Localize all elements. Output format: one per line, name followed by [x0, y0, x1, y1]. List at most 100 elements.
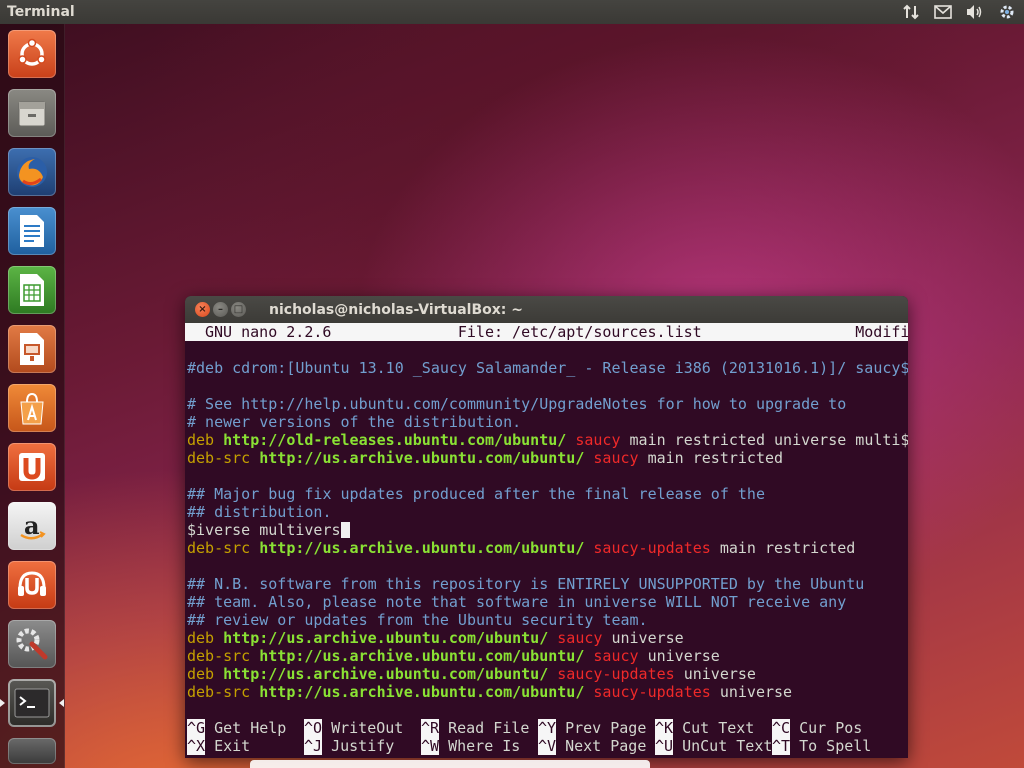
editor-line[interactable]: deb http://us.archive.ubuntu.com/ubuntu/… — [185, 629, 908, 647]
trash-icon[interactable] — [8, 738, 56, 764]
shortcut-label: Get Help — [205, 719, 287, 737]
editor-line[interactable] — [185, 377, 908, 395]
editor-line[interactable]: # newer versions of the distribution. — [185, 413, 908, 431]
line-text: http://us.archive.ubuntu.com/ubuntu/ — [259, 647, 585, 665]
app-title: Terminal — [7, 4, 75, 20]
nano-status: Modified — [855, 323, 908, 341]
editor-content[interactable]: #deb cdrom:[Ubuntu 13.10 _Saucy Salamand… — [185, 341, 908, 701]
editor-line[interactable]: ## distribution. — [185, 503, 908, 521]
focused-indicator — [59, 699, 64, 707]
line-text: http://us.archive.ubuntu.com/ubuntu/ — [259, 539, 585, 557]
line-text: deb-src — [187, 449, 260, 467]
line-text: saucy — [566, 431, 621, 449]
system-settings-icon[interactable] — [8, 620, 56, 668]
ubuntu-one-icon[interactable] — [8, 443, 56, 491]
shortcut-key: ^J — [304, 737, 323, 755]
line-text: ## team. Also, please note that software… — [187, 593, 847, 611]
line-text: deb — [187, 431, 224, 449]
shortcut-key: ^W — [421, 737, 440, 755]
writer-icon[interactable] — [8, 207, 56, 255]
editor-line[interactable]: ## N.B. software from this repository is… — [185, 575, 908, 593]
editor-line[interactable] — [185, 557, 908, 575]
impress-icon[interactable] — [8, 325, 56, 373]
editor-line[interactable]: ## team. Also, please note that software… — [185, 593, 908, 611]
nano-editor[interactable]: GNU nano 2.2.6 File: /etc/apt/sources.li… — [185, 323, 908, 758]
close-icon[interactable]: × — [195, 302, 210, 317]
terminal-icon[interactable] — [8, 679, 56, 727]
shortcut-uncut-text[interactable]: ^U UnCut Text — [655, 737, 772, 755]
ubuntu-one-music-icon[interactable] — [8, 561, 56, 609]
editor-line[interactable]: deb-src http://us.archive.ubuntu.com/ubu… — [185, 449, 908, 467]
maximize-icon[interactable]: □ — [231, 302, 246, 317]
shortcut-key: ^G — [187, 719, 206, 737]
window-title: nicholas@nicholas-VirtualBox: ~ — [269, 301, 523, 318]
line-text: http://old-releases.ubuntu.com/ubuntu/ — [223, 431, 567, 449]
files-icon[interactable] — [8, 89, 56, 137]
shortcut-key: ^T — [772, 737, 791, 755]
line-text: ## review or updates from the Ubuntu sec… — [187, 611, 648, 629]
line-text: universe — [602, 629, 684, 647]
editor-line[interactable]: deb-src http://us.archive.ubuntu.com/ubu… — [185, 647, 908, 665]
editor-line[interactable]: deb http://us.archive.ubuntu.com/ubuntu/… — [185, 665, 908, 683]
shortcut-exit[interactable]: ^X Exit — [187, 737, 304, 755]
line-text: $iverse multivers — [187, 521, 341, 539]
shortcut-key: ^C — [772, 719, 791, 737]
calc-icon[interactable] — [8, 266, 56, 314]
amazon-icon[interactable]: a — [8, 502, 56, 550]
editor-line[interactable]: #deb cdrom:[Ubuntu 13.10 _Saucy Salamand… — [185, 359, 908, 377]
running-indicator — [0, 699, 5, 707]
indicator-area — [902, 3, 1016, 21]
minimize-icon[interactable]: – — [213, 302, 228, 317]
network-icon[interactable] — [902, 3, 920, 21]
shortcut-prev-page[interactable]: ^Y Prev Page — [538, 719, 655, 737]
shortcut-cut-text[interactable]: ^K Cut Text — [655, 719, 772, 737]
editor-line[interactable] — [185, 341, 908, 359]
shortcut-cur-pos[interactable]: ^C Cur Pos — [772, 719, 889, 737]
line-text: main restricted — [638, 449, 784, 467]
shortcut-label: Cur Pos — [790, 719, 863, 737]
shortcut-where-is[interactable]: ^W Where Is — [421, 737, 538, 755]
editor-line[interactable]: ## Major bug fix updates produced after … — [185, 485, 908, 503]
line-text: deb-src — [187, 539, 260, 557]
line-text: universe — [710, 683, 793, 701]
shortcut-justify[interactable]: ^J Justify — [304, 737, 421, 755]
nano-header: GNU nano 2.2.6 File: /etc/apt/sources.li… — [185, 323, 908, 341]
shortcut-next-page[interactable]: ^V Next Page — [538, 737, 655, 755]
settings-gear-icon[interactable] — [998, 3, 1016, 21]
editor-line[interactable]: deb-src http://us.archive.ubuntu.com/ubu… — [185, 539, 908, 557]
software-center-icon[interactable] — [8, 384, 56, 432]
editor-line[interactable]: # See http://help.ubuntu.com/community/U… — [185, 395, 908, 413]
editor-line[interactable]: ## review or updates from the Ubuntu sec… — [185, 611, 908, 629]
shortcut-key: ^R — [421, 719, 440, 737]
shortcut-read-file[interactable]: ^R Read File — [421, 719, 538, 737]
line-text: saucy — [584, 449, 639, 467]
shortcut-row-1: ^G Get Help ^O WriteOut ^R Read File ^Y Pre… — [185, 719, 908, 737]
svg-text:a: a — [24, 511, 40, 540]
shortcut-to-spell[interactable]: ^T To Spell — [772, 737, 889, 755]
editor-line[interactable] — [185, 467, 908, 485]
shortcut-get-help[interactable]: ^G Get Help — [187, 719, 304, 737]
window-titlebar[interactable]: × – □ nicholas@nicholas-VirtualBox: ~ — [185, 296, 908, 323]
shortcut-label: UnCut Text — [673, 737, 773, 755]
line-text: universe — [638, 647, 720, 665]
terminal-window: × – □ nicholas@nicholas-VirtualBox: ~ GN… — [185, 296, 908, 758]
volume-icon[interactable] — [966, 3, 984, 21]
shortcut-key: ^O — [304, 719, 323, 737]
shortcut-label: To Spell — [790, 737, 872, 755]
shortcut-key: ^K — [655, 719, 674, 737]
shortcut-key: ^U — [655, 737, 674, 755]
shortcut-label: Cut Text — [673, 719, 755, 737]
mail-icon[interactable] — [934, 3, 952, 21]
editor-line[interactable]: deb http://old-releases.ubuntu.com/ubunt… — [185, 431, 908, 449]
line-text: main restricted universe multi$ — [620, 431, 909, 449]
editor-line[interactable]: deb-src http://us.archive.ubuntu.com/ubu… — [185, 683, 908, 701]
shortcut-key: ^V — [538, 737, 557, 755]
shortcut-key: ^Y — [538, 719, 557, 737]
firefox-icon[interactable] — [8, 148, 56, 196]
line-text: main restricted — [710, 539, 856, 557]
line-text: saucy — [584, 647, 639, 665]
shortcut-writeout[interactable]: ^O WriteOut — [304, 719, 421, 737]
ubuntu-dash-icon[interactable] — [8, 30, 56, 78]
editor-line[interactable]: $iverse multivers — [185, 521, 908, 539]
